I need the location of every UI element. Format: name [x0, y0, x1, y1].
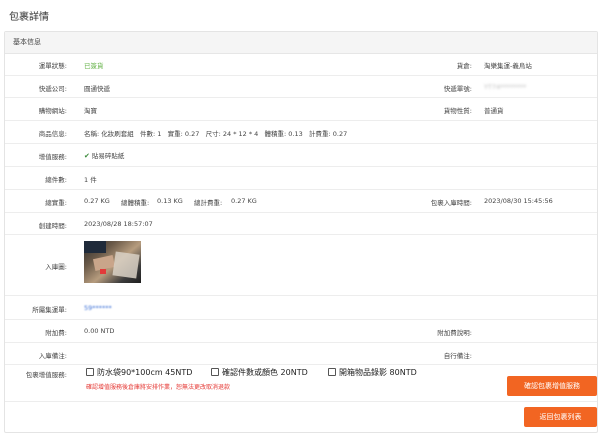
row-courier: 快遞公司: 圓通快遞 快遞單號: YT74********: [5, 76, 597, 98]
option-unbox-video-label: 開箱物品錄影 80NTD: [339, 368, 417, 377]
status-label: 運單狀態:: [38, 62, 67, 70]
row-waybill: 所屬集運單: 59******: [5, 296, 597, 320]
surcharge-value: 0.00 NTD: [84, 327, 115, 335]
checkbox-confirm-count[interactable]: [211, 368, 219, 376]
goods-label: 商品信息:: [38, 130, 67, 138]
tracking-value: YT74********: [484, 83, 527, 91]
status-value: 已簽貨: [84, 62, 104, 70]
back-to-list-button[interactable]: 返回包裹列表: [524, 407, 597, 427]
goods-size: 24 * 12 * 4: [222, 130, 259, 138]
option-confirm-count-label: 確認件數或顏色 20NTD: [222, 368, 308, 377]
goods-bill: 0.27: [332, 130, 348, 138]
option-unbox-video[interactable]: 開箱物品錄影 80NTD: [328, 367, 417, 378]
goods-count: 1: [157, 130, 162, 138]
created-label: 創建時間:: [38, 222, 67, 230]
row-total-weight: 總實重: 0.27 KG 總體積重: 0.13 KG 總計費重: 0.27 KG…: [5, 190, 597, 213]
checkbox-unbox-video[interactable]: [328, 368, 336, 376]
courier-label: 快遞公司:: [38, 85, 67, 93]
inbound-photo[interactable]: [84, 241, 141, 283]
check-icon: ✔: [84, 152, 90, 160]
goods-vol-label: 體積重:: [264, 130, 287, 138]
goods-bill-label: 計費重:: [308, 130, 331, 138]
warehouse-value: 淘樂集運-義烏站: [484, 62, 532, 70]
total-vol-label: 總體積重:: [121, 199, 150, 207]
total-weight-label: 總實重:: [45, 199, 67, 207]
option-waterproof-bag-label: 防水袋90*100cm 45NTD: [97, 368, 193, 377]
inbound-note-label: 入庫備注:: [38, 352, 67, 360]
goods-weight: 0.27: [184, 130, 200, 138]
photo-label: 入庫圖:: [45, 263, 67, 271]
pieces-label: 總件數:: [45, 176, 67, 184]
cargo-type-value: 普通貨: [484, 107, 504, 115]
row-pieces: 總件數: 1 件: [5, 167, 597, 190]
surcharge-label: 附加費:: [45, 329, 67, 337]
created-value: 2023/08/28 18:57:07: [84, 220, 153, 228]
row-photo: 入庫圖:: [5, 235, 597, 296]
row-status: 運單狀態: 已簽貨 貨倉: 淘樂集運-義烏站: [5, 53, 597, 76]
warehouse-label: 貨倉:: [456, 62, 472, 70]
total-vol-weight: 0.13 KG: [157, 197, 183, 205]
courier-value: 圓通快遞: [84, 85, 110, 93]
goods-weight-label: 實重:: [167, 130, 183, 138]
added-service-text: 貼易碎貼紙: [91, 152, 125, 160]
waybill-link[interactable]: 59******: [84, 304, 112, 312]
shop-value: 淘寶: [84, 107, 97, 115]
total-bill-label: 總計費重:: [194, 199, 223, 207]
row-created: 創建時間: 2023/08/28 18:57:07: [5, 213, 597, 235]
package-services-label: 包裹增值服務:: [25, 371, 67, 379]
goods-info: 名稱: 化妝刷套組 件數: 1 實重: 0.27 尺寸: 24 * 12 * 4…: [84, 128, 347, 138]
added-service-label: 增值服務:: [38, 153, 67, 161]
goods-name: 化妝刷套組: [101, 130, 134, 138]
option-waterproof-bag[interactable]: 防水袋90*100cm 45NTD: [86, 367, 192, 378]
row-notes: 入庫備注: 自行備注:: [5, 343, 597, 365]
checkbox-waterproof-bag[interactable]: [86, 368, 94, 376]
row-goods: 商品信息: 名稱: 化妝刷套組 件數: 1 實重: 0.27 尺寸: 24 * …: [5, 121, 597, 144]
tracking-label: 快遞單號:: [443, 85, 472, 93]
cargo-type-label: 貨物性質:: [443, 107, 472, 115]
self-note-label: 自行備注:: [443, 352, 472, 360]
goods-size-label: 尺寸:: [205, 130, 221, 138]
inbound-time-label: 包裹入庫時間:: [430, 199, 472, 207]
inbound-time-value: 2023/08/30 15:45:56: [484, 197, 553, 205]
added-service-value: ✔ 貼易碎貼紙: [84, 150, 124, 160]
surcharge-note-label: 附加費說明:: [437, 329, 472, 337]
page-title: 包裹詳情: [9, 12, 49, 23]
section-title: 基本信息: [5, 32, 597, 54]
goods-vol: 0.13: [288, 130, 303, 138]
total-actual-weight: 0.27 KG: [84, 197, 110, 205]
goods-name-label: 名稱:: [84, 130, 100, 138]
row-surcharge: 附加費: 0.00 NTD 附加費說明:: [5, 320, 597, 343]
row-shop: 購物網站: 淘寶 貨物性質: 普通貨: [5, 98, 597, 121]
service-warning: 確認增值服務後倉庫將安排作業，恕無法更改取消退款: [86, 384, 231, 391]
total-bill-weight: 0.27 KG: [231, 197, 257, 205]
row-package-services: 包裹增值服務: 防水袋90*100cm 45NTD 確認件數或顏色 20NTD …: [5, 365, 597, 402]
row-added-service: 增值服務: ✔ 貼易碎貼紙: [5, 144, 597, 167]
pieces-value: 1 件: [84, 176, 97, 184]
package-detail-panel: 基本信息 運單狀態: 已簽貨 貨倉: 淘樂集運-義烏站 快遞公司: 圓通快遞 快…: [4, 31, 598, 433]
option-confirm-count[interactable]: 確認件數或顏色 20NTD: [211, 367, 308, 378]
goods-count-label: 件數:: [139, 130, 156, 138]
confirm-services-button[interactable]: 確認包裹增值服務: [507, 376, 597, 396]
row-back: 返回包裹列表: [5, 402, 597, 432]
shop-label: 購物網站:: [38, 107, 67, 115]
waybill-label: 所屬集運單:: [32, 306, 67, 314]
